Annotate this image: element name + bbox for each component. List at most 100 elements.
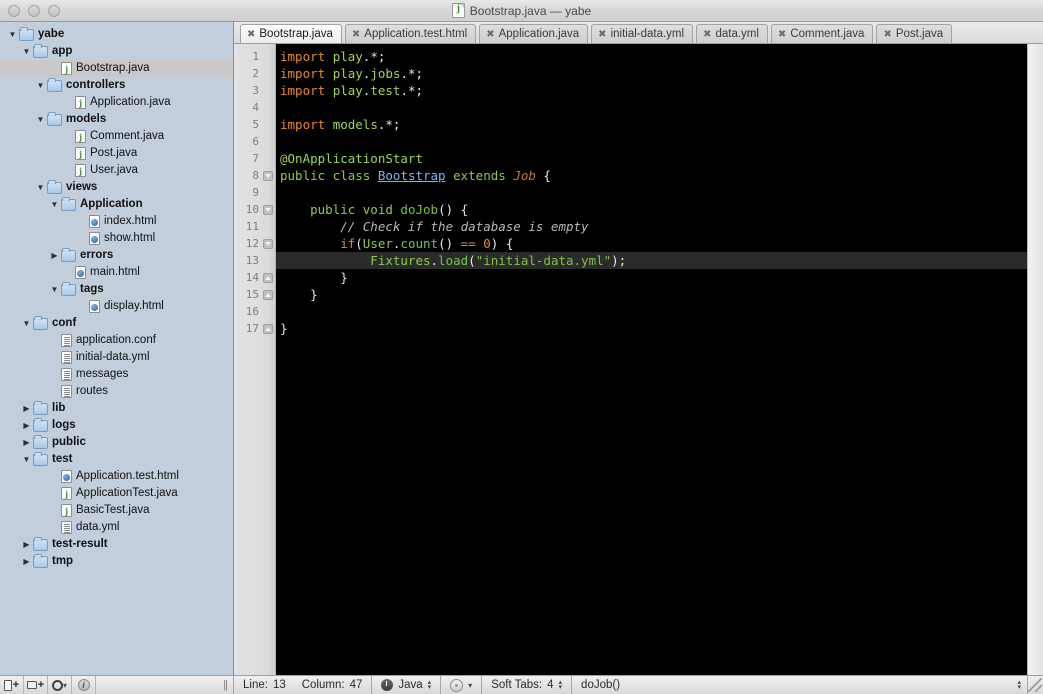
editor-tab[interactable]: ✖Post.java — [876, 24, 952, 43]
tab-close-icon[interactable]: ✖ — [598, 25, 606, 44]
tree-item[interactable]: ·Bootstrap.java — [0, 60, 233, 77]
tree-item[interactable]: ▶logs — [0, 417, 233, 434]
code-line[interactable]: @OnApplicationStart — [276, 150, 1027, 167]
twisty-open-icon[interactable]: ▼ — [48, 196, 61, 213]
code-fold-up-icon[interactable] — [263, 324, 273, 334]
twisty-closed-icon[interactable]: ▶ — [20, 417, 33, 434]
twisty-closed-icon[interactable]: ▶ — [20, 553, 33, 570]
tree-item[interactable]: ·messages — [0, 366, 233, 383]
tree-item[interactable]: ▶public — [0, 434, 233, 451]
info-button[interactable]: i — [72, 676, 96, 694]
code-line[interactable]: import play.test.*; — [276, 82, 1027, 99]
tree-item[interactable]: ·BasicTest.java — [0, 502, 233, 519]
tree-item[interactable]: ·index.html — [0, 213, 233, 230]
tab-close-icon[interactable]: ✖ — [778, 25, 786, 44]
tree-item[interactable]: ·show.html — [0, 230, 233, 247]
tree-item[interactable]: ▼test — [0, 451, 233, 468]
minimize-button[interactable] — [28, 5, 40, 17]
code-line[interactable] — [276, 303, 1027, 320]
line-number[interactable]: 16 — [234, 303, 275, 320]
twisty-closed-icon[interactable]: ▶ — [20, 536, 33, 553]
code-line[interactable]: public void doJob() { — [276, 201, 1027, 218]
tree-item[interactable]: ·Post.java — [0, 145, 233, 162]
tab-close-icon[interactable]: ✖ — [883, 25, 891, 44]
tab-close-icon[interactable]: ✖ — [486, 25, 494, 44]
code-fold-down-icon[interactable] — [263, 171, 273, 181]
line-number[interactable]: 12 — [234, 235, 275, 252]
line-number[interactable]: 9 — [234, 184, 275, 201]
editor-tab[interactable]: ✖Bootstrap.java — [240, 24, 342, 43]
tree-item[interactable]: ▼Application — [0, 196, 233, 213]
tree-item[interactable]: ▼controllers — [0, 77, 233, 94]
new-file-button[interactable]: + — [0, 676, 24, 694]
tree-item[interactable]: ·data.yml — [0, 519, 233, 536]
editor-vertical-scrollbar[interactable] — [1027, 44, 1043, 675]
twisty-closed-icon[interactable]: ▶ — [20, 434, 33, 451]
tree-item[interactable]: ·Application.java — [0, 94, 233, 111]
tree-item[interactable]: ·main.html — [0, 264, 233, 281]
soft-tabs-setting[interactable]: Soft Tabs: 4 ▴▾ — [482, 676, 572, 694]
code-line[interactable]: // Check if the database is empty — [276, 218, 1027, 235]
code-line[interactable]: if(User.count() == 0) { — [276, 235, 1027, 252]
tab-close-icon[interactable]: ✖ — [352, 25, 360, 44]
code-line[interactable] — [276, 184, 1027, 201]
twisty-closed-icon[interactable]: ▶ — [48, 247, 61, 264]
twisty-open-icon[interactable]: ▼ — [48, 281, 61, 298]
twisty-closed-icon[interactable]: ▶ — [20, 400, 33, 417]
code-fold-up-icon[interactable] — [263, 273, 273, 283]
new-folder-button[interactable]: + — [24, 676, 48, 694]
twisty-open-icon[interactable]: ▼ — [20, 43, 33, 60]
tree-item[interactable]: ·ApplicationTest.java — [0, 485, 233, 502]
code-line[interactable]: Fixtures.load("initial-data.yml"); — [276, 252, 1027, 269]
code-line[interactable]: } — [276, 286, 1027, 303]
editor-tab-bar[interactable]: ✖Bootstrap.java✖Application.test.html✖Ap… — [234, 22, 1043, 44]
line-number[interactable]: 1 — [234, 48, 275, 65]
language-selector[interactable]: Java ▴▾ — [372, 676, 441, 694]
line-indicator[interactable]: Line: 13 Column: 47 — [234, 676, 372, 694]
line-number[interactable]: 10 — [234, 201, 275, 218]
tree-item[interactable]: ·Application.test.html — [0, 468, 233, 485]
editor-tab[interactable]: ✖Application.test.html — [345, 24, 476, 43]
line-number[interactable]: 2 — [234, 65, 275, 82]
twisty-open-icon[interactable]: ▼ — [34, 111, 47, 128]
line-number[interactable]: 7 — [234, 150, 275, 167]
tree-item[interactable]: ·User.java — [0, 162, 233, 179]
line-number[interactable]: 5 — [234, 116, 275, 133]
tree-item[interactable]: ·application.conf — [0, 332, 233, 349]
tree-item[interactable]: ▼app — [0, 43, 233, 60]
tree-item[interactable]: ▶lib — [0, 400, 233, 417]
editor-tab[interactable]: ✖Comment.java — [771, 24, 874, 43]
code-line[interactable] — [276, 99, 1027, 116]
editor-tab[interactable]: ✖Application.java — [479, 24, 588, 43]
code-line[interactable]: import models.*; — [276, 116, 1027, 133]
close-button[interactable] — [8, 5, 20, 17]
window-resize-grip[interactable] — [1028, 678, 1042, 692]
twisty-open-icon[interactable]: ▼ — [20, 315, 33, 332]
line-number[interactable]: 4 — [234, 99, 275, 116]
tree-item[interactable]: ▶errors — [0, 247, 233, 264]
tree-item[interactable]: ▼views — [0, 179, 233, 196]
line-number[interactable]: 14 — [234, 269, 275, 286]
tree-item[interactable]: ▶tmp — [0, 553, 233, 570]
twisty-open-icon[interactable]: ▼ — [34, 179, 47, 196]
editor-tab[interactable]: ✖initial-data.yml — [591, 24, 693, 43]
code-line[interactable]: import play.jobs.*; — [276, 65, 1027, 82]
code-fold-down-icon[interactable] — [263, 239, 273, 249]
editor-settings-menu[interactable]: ▾ — [441, 676, 482, 694]
tab-close-icon[interactable]: ✖ — [703, 25, 711, 44]
line-number-gutter[interactable]: 1234567891011121314151617 — [234, 44, 276, 675]
tree-item[interactable]: ·display.html — [0, 298, 233, 315]
line-number[interactable]: 6 — [234, 133, 275, 150]
line-number[interactable]: 3 — [234, 82, 275, 99]
code-line[interactable] — [276, 133, 1027, 150]
tree-item[interactable]: ▶test-result — [0, 536, 233, 553]
tree-item[interactable]: ▼yabe — [0, 26, 233, 43]
line-number[interactable]: 13 — [234, 252, 275, 269]
code-line[interactable]: public class Bootstrap extends Job { — [276, 167, 1027, 184]
twisty-open-icon[interactable]: ▼ — [6, 26, 19, 43]
code-fold-up-icon[interactable] — [263, 290, 273, 300]
project-file-tree[interactable]: ▼yabe▼app·Bootstrap.java▼controllers·App… — [0, 22, 234, 675]
line-number[interactable]: 15 — [234, 286, 275, 303]
line-number[interactable]: 11 — [234, 218, 275, 235]
code-line[interactable]: } — [276, 269, 1027, 286]
